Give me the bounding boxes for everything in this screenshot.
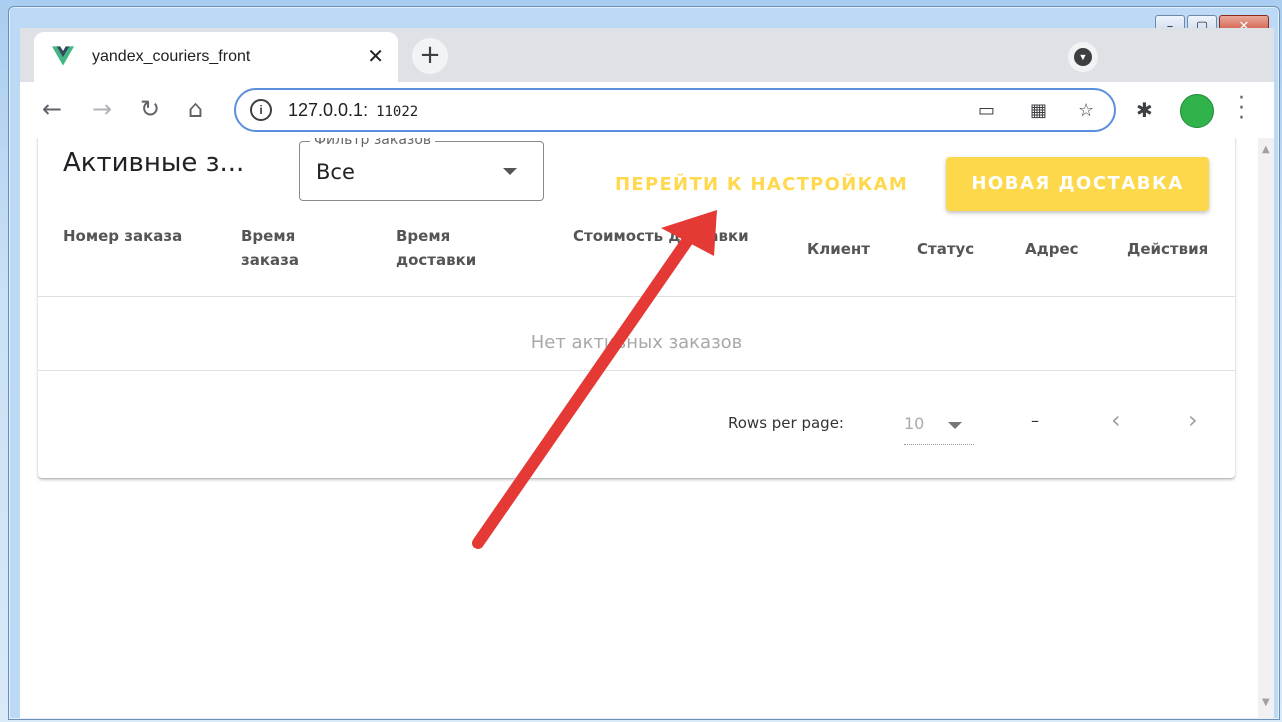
column-header[interactable]: Время доставки [396,224,476,272]
rows-per-page-value: 10 [904,414,925,433]
qr-code-icon[interactable]: ▦ [1030,100,1047,121]
column-header[interactable]: Клиент [807,237,870,261]
cast-icon[interactable]: ▭ [978,100,995,121]
next-page-icon[interactable]: › [1188,406,1198,434]
divider [38,370,1235,371]
new-tab-button[interactable]: + [412,38,448,74]
caret-down-icon [503,168,517,175]
url-text[interactable]: 127.0.0.1: 11022 [288,100,418,121]
extension-avatar-icon[interactable] [1180,94,1214,128]
filter-label: Фильтр заказов [310,138,436,148]
go-to-settings-button[interactable]: ПЕРЕЙТИ К НАСТРОЙКАМ [615,174,908,195]
extensions-icon[interactable]: ✱ [1136,98,1153,122]
rows-per-page-select[interactable]: 10 [904,412,974,445]
url-host: 127.0.0.1: [288,100,369,120]
tab-active[interactable]: yandex_couriers_front ✕ [34,32,398,82]
prev-page-icon[interactable]: ‹ [1111,406,1121,434]
new-delivery-button[interactable]: НОВАЯ ДОСТАВКА [946,157,1209,211]
column-header[interactable]: Действия [1127,237,1208,261]
orders-card: Активные з... Фильтр заказов Все ПЕРЕЙТИ… [38,138,1235,478]
tab-title: yandex_couriers_front [92,48,251,65]
scroll-up-icon[interactable]: ▲ [1262,144,1270,155]
address-bar[interactable]: i 127.0.0.1: 11022 ▭ ▦ ☆ [234,88,1116,132]
filter-value: Все [316,160,355,184]
divider [38,296,1235,297]
rows-per-page-label: Rows per page: [728,414,844,432]
tab-search-button[interactable]: ▼ [1068,42,1098,72]
forward-arrow-icon[interactable]: → [92,96,112,122]
page-range: – [1031,411,1039,430]
vue-logo-icon [52,46,74,66]
reload-icon[interactable]: ↻ [140,96,160,122]
column-header[interactable]: Номер заказа [63,224,182,248]
browser-toolbar: ← → ↻ ⌂ i 127.0.0.1: 11022 ▭ ▦ ☆ ✱ · · · [20,82,1274,139]
column-header[interactable]: Статус [917,237,974,261]
tab-strip: yandex_couriers_front ✕ + ▼ [20,28,1274,84]
back-arrow-icon[interactable]: ← [42,96,62,122]
url-port: 11022 [376,104,419,120]
scrollbar[interactable]: ▲ ▼ [1258,138,1274,718]
close-tab-icon[interactable]: ✕ [367,44,384,68]
page-viewport: Активные з... Фильтр заказов Все ПЕРЕЙТИ… [20,138,1258,718]
caret-down-icon [948,422,962,429]
column-header[interactable]: Время заказа [241,224,299,272]
column-header[interactable]: Стоимость доставки [573,224,749,248]
page-title: Активные з... [63,148,245,178]
home-icon[interactable]: ⌂ [188,96,203,122]
info-icon[interactable]: i [250,99,272,121]
browser: yandex_couriers_front ✕ + ▼ ← → ↻ ⌂ i 12… [20,28,1274,718]
column-header[interactable]: Адрес [1025,237,1079,261]
scroll-down-icon[interactable]: ▼ [1262,697,1270,708]
menu-dots-icon[interactable]: · · · [1238,88,1245,130]
order-filter-select[interactable]: Фильтр заказов Все [299,138,544,201]
empty-message: Нет активных заказов [530,332,743,353]
chevron-down-icon: ▼ [1074,48,1092,66]
bookmark-star-icon[interactable]: ☆ [1078,100,1094,121]
